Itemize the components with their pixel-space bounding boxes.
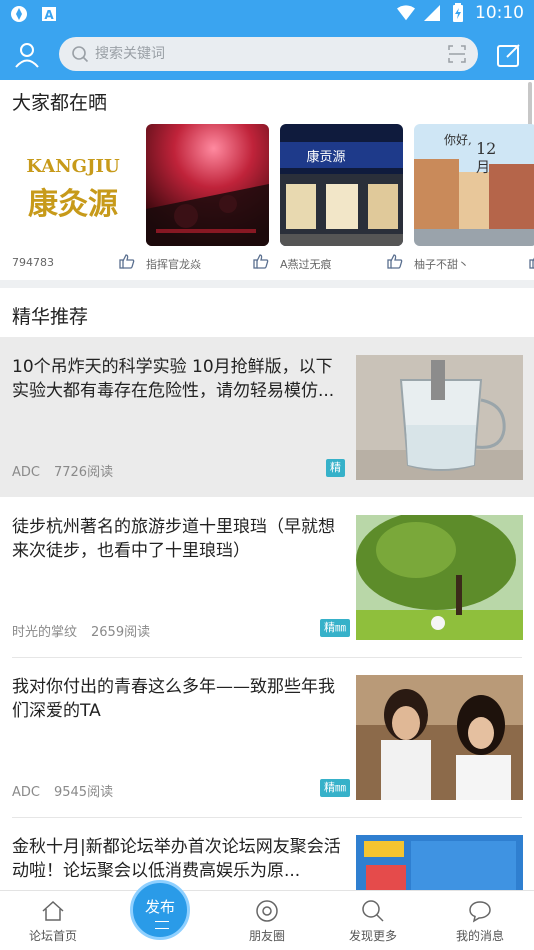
- article-title: 徒步杭州著名的旅游步道十里琅珰（早就想来次徒步，也看中了十里琅珰）: [12, 517, 335, 561]
- article-image-event: [356, 835, 523, 890]
- edit-icon[interactable]: [494, 40, 524, 70]
- tab-messages-label: 我的消息: [455, 929, 504, 943]
- share-author: 柚子不甜丶: [414, 258, 469, 270]
- svg-text:康贡源: 康贡源: [306, 149, 345, 165]
- menu-icon: [155, 921, 169, 929]
- status-bar: A 10:10: [0, 0, 534, 28]
- article-author: ADC: [12, 785, 40, 800]
- publish-label: 发布: [144, 898, 175, 916]
- tab-discover[interactable]: 发现更多: [333, 899, 413, 944]
- signal-icon: [423, 4, 441, 22]
- share-image-kangjiu: KANGJIU 康灸源: [12, 124, 135, 246]
- svg-text:康灸源: 康灸源: [28, 187, 118, 222]
- share-author: A燕过无痕: [280, 258, 332, 270]
- search-icon: [361, 899, 385, 923]
- user-icon[interactable]: [12, 40, 42, 70]
- tab-discover-label: 发现更多: [348, 929, 397, 943]
- app-icon: [10, 5, 28, 23]
- share-author: 指挥官龙焱: [146, 258, 201, 270]
- home-icon: [41, 899, 65, 923]
- share-carousel[interactable]: KANGJIU 康灸源 794783 指挥官龙焱 康贡源 A燕过无痕 你好, 1…: [0, 124, 534, 270]
- share-card[interactable]: 指挥官龙焱: [146, 124, 269, 270]
- share-image-dj: [146, 124, 269, 246]
- status-time: 10:10: [475, 3, 524, 23]
- thumbs-up-icon[interactable]: [253, 253, 269, 269]
- svg-text:月: 月: [476, 160, 490, 176]
- svg-text:A: A: [44, 8, 54, 22]
- publish-button[interactable]: 发布: [130, 880, 190, 940]
- featured-section-title: 精华推荐: [12, 306, 89, 328]
- article-item[interactable]: 我对你付出的青春这么多年——致那些年我们深爱的TA ADC 9545阅读 精㎜: [0, 657, 534, 817]
- article-image-tree: [356, 515, 523, 640]
- article-meta: 时光的掌纹 2659阅读: [12, 621, 150, 640]
- essence-badge: 精㎜: [320, 779, 350, 797]
- tab-friends[interactable]: 朋友圈: [227, 899, 307, 944]
- share-card[interactable]: 你好, 12 月 柚子不甜丶: [414, 124, 534, 270]
- wifi-icon: [397, 4, 415, 22]
- search-icon: [71, 45, 89, 63]
- article-item[interactable]: 金秋十月|新都论坛举办首次论坛网友聚会活动啦！论坛聚会以低消费高娱乐为原...: [0, 817, 534, 890]
- article-image-glass: [356, 355, 523, 480]
- thumbs-up-icon[interactable]: [529, 253, 534, 269]
- share-card[interactable]: 康贡源 A燕过无痕: [280, 124, 403, 270]
- article-author: 时光的掌纹: [12, 625, 78, 640]
- section-divider: [0, 280, 534, 288]
- article-item[interactable]: 10个吊炸天的科学实验 10月抢鲜版，以下实验大都有毒存在危险性，请勿轻易模仿.…: [0, 337, 534, 497]
- share-author: 794783: [12, 256, 54, 269]
- article-image-couple: [356, 675, 523, 800]
- share-card[interactable]: KANGJIU 康灸源 794783: [12, 124, 135, 270]
- tab-home[interactable]: 论坛首页: [13, 899, 93, 944]
- share-section-title: 大家都在晒: [12, 92, 108, 114]
- article-meta: ADC 7726阅读: [12, 461, 113, 480]
- tab-friends-label: 朋友圈: [248, 929, 285, 943]
- search-input[interactable]: [95, 37, 425, 71]
- battery-icon: [449, 3, 467, 22]
- article-title: 我对你付出的青春这么多年——致那些年我们深爱的TA: [12, 677, 335, 721]
- article-item[interactable]: 徒步杭州著名的旅游步道十里琅珰（早就想来次徒步，也看中了十里琅珰） 时光的掌纹 2…: [0, 497, 534, 657]
- essence-badge: 精㎜: [320, 619, 350, 637]
- article-title: 金秋十月|新都论坛举办首次论坛网友聚会活动啦！论坛聚会以低消费高娱乐为原...: [12, 837, 341, 881]
- share-image-street: 你好, 12 月: [414, 124, 534, 246]
- share-image-storefront: 康贡源: [280, 124, 403, 246]
- scan-icon[interactable]: [448, 45, 466, 63]
- article-reads: 9545阅读: [53, 785, 114, 800]
- tab-home-label: 论坛首页: [28, 929, 77, 943]
- thumbs-up-icon[interactable]: [119, 253, 135, 269]
- bottom-tab-bar: 论坛首页 朋友圈 发现更多 我的消息: [0, 890, 534, 950]
- search-bar[interactable]: [59, 37, 478, 71]
- article-reads: 7726阅读: [53, 465, 114, 480]
- thumbs-up-icon[interactable]: [387, 253, 403, 269]
- notification-a-icon: A: [40, 5, 58, 23]
- article-reads: 2659阅读: [91, 625, 151, 640]
- app-bar: [0, 28, 534, 80]
- article-meta: ADC 9545阅读: [12, 781, 113, 800]
- svg-text:12: 12: [476, 139, 496, 158]
- article-author: ADC: [12, 465, 40, 480]
- svg-text:你好,: 你好,: [444, 133, 472, 147]
- essence-badge: 精: [326, 459, 345, 477]
- tab-messages[interactable]: 我的消息: [440, 899, 520, 944]
- camera-lens-icon: [255, 899, 279, 923]
- chat-bubble-icon: [468, 899, 492, 923]
- article-title: 10个吊炸天的科学实验 10月抢鲜版，以下实验大都有毒存在危险性，请勿轻易模仿.…: [12, 357, 335, 401]
- svg-text:KANGJIU: KANGJIU: [26, 156, 120, 177]
